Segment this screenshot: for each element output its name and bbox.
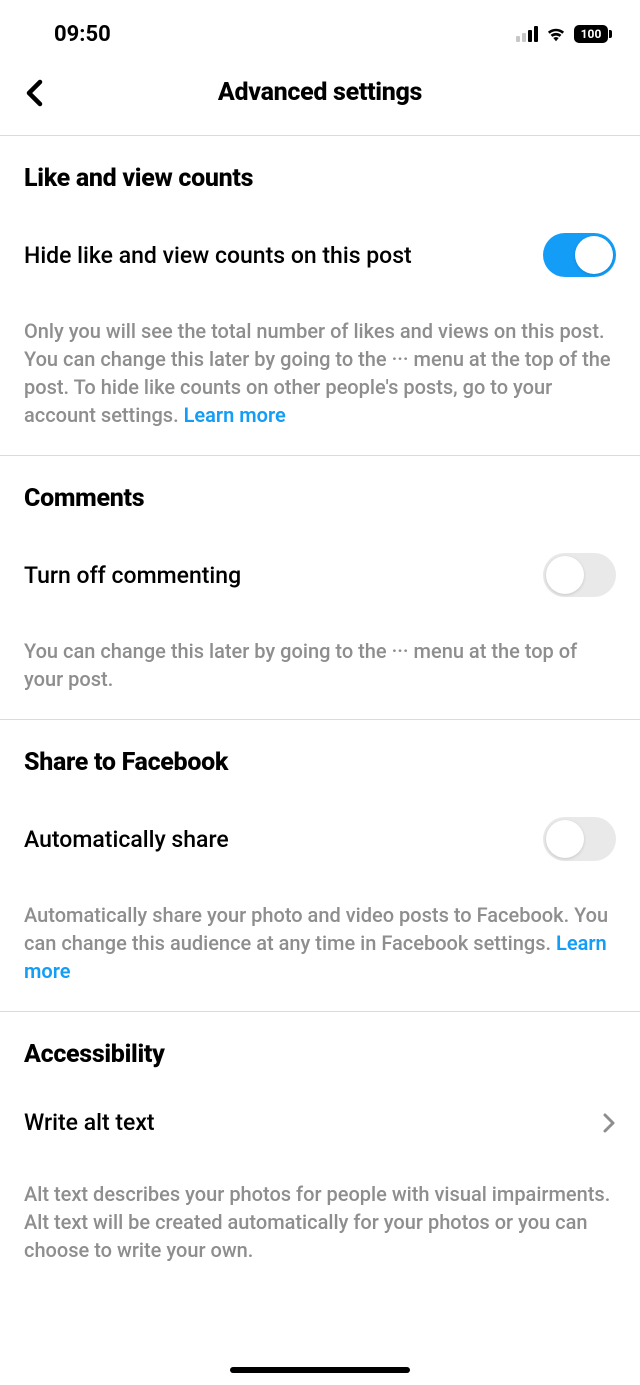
description-text-likes: Only you will see the total number of li… bbox=[24, 319, 611, 427]
toggle-comments[interactable] bbox=[543, 553, 616, 597]
row-facebook: Automatically share bbox=[24, 817, 616, 861]
status-indicators: 100 bbox=[516, 25, 612, 43]
battery-level: 100 bbox=[574, 25, 608, 43]
section-header-likes: Like and view counts bbox=[24, 164, 616, 193]
toggle-label-hide-likes: Hide like and view counts on this post bbox=[24, 242, 412, 269]
section-likes: Like and view counts Hide like and view … bbox=[0, 136, 640, 456]
chevron-left-icon bbox=[25, 79, 43, 107]
toggle-label-facebook: Automatically share bbox=[24, 826, 229, 853]
page-title: Advanced settings bbox=[218, 78, 422, 107]
section-accessibility: Accessibility Write alt text Alt text de… bbox=[0, 1012, 640, 1290]
description-likes: Only you will see the total number of li… bbox=[24, 317, 616, 429]
status-time: 09:50 bbox=[54, 22, 111, 47]
row-comments: Turn off commenting bbox=[24, 553, 616, 597]
home-indicator[interactable] bbox=[230, 1367, 410, 1373]
wifi-icon bbox=[545, 25, 567, 43]
section-facebook: Share to Facebook Automatically share Au… bbox=[0, 720, 640, 1012]
row-hide-likes: Hide like and view counts on this post bbox=[24, 233, 616, 277]
learn-more-likes-link[interactable]: Learn more bbox=[184, 403, 286, 427]
section-header-comments: Comments bbox=[24, 484, 616, 513]
cellular-signal-icon bbox=[516, 26, 538, 42]
toggle-facebook[interactable] bbox=[543, 817, 616, 861]
status-bar: 09:50 100 bbox=[0, 0, 640, 54]
section-comments: Comments Turn off commenting You can cha… bbox=[0, 456, 640, 720]
section-header-facebook: Share to Facebook bbox=[24, 748, 616, 777]
description-text-facebook: Automatically share your photo and video… bbox=[24, 903, 608, 955]
section-header-accessibility: Accessibility bbox=[24, 1040, 616, 1069]
nav-header: Advanced settings bbox=[0, 54, 640, 136]
description-facebook: Automatically share your photo and video… bbox=[24, 901, 616, 985]
row-label-alt-text: Write alt text bbox=[24, 1109, 155, 1136]
chevron-right-icon bbox=[602, 1112, 616, 1134]
back-button[interactable] bbox=[18, 77, 50, 109]
description-comments: You can change this later by going to th… bbox=[24, 637, 616, 693]
battery-icon: 100 bbox=[574, 25, 612, 43]
toggle-hide-likes[interactable] bbox=[543, 233, 616, 277]
description-accessibility: Alt text describes your photos for peopl… bbox=[24, 1180, 616, 1264]
row-alt-text[interactable]: Write alt text bbox=[24, 1109, 616, 1136]
toggle-label-comments: Turn off commenting bbox=[24, 562, 241, 589]
